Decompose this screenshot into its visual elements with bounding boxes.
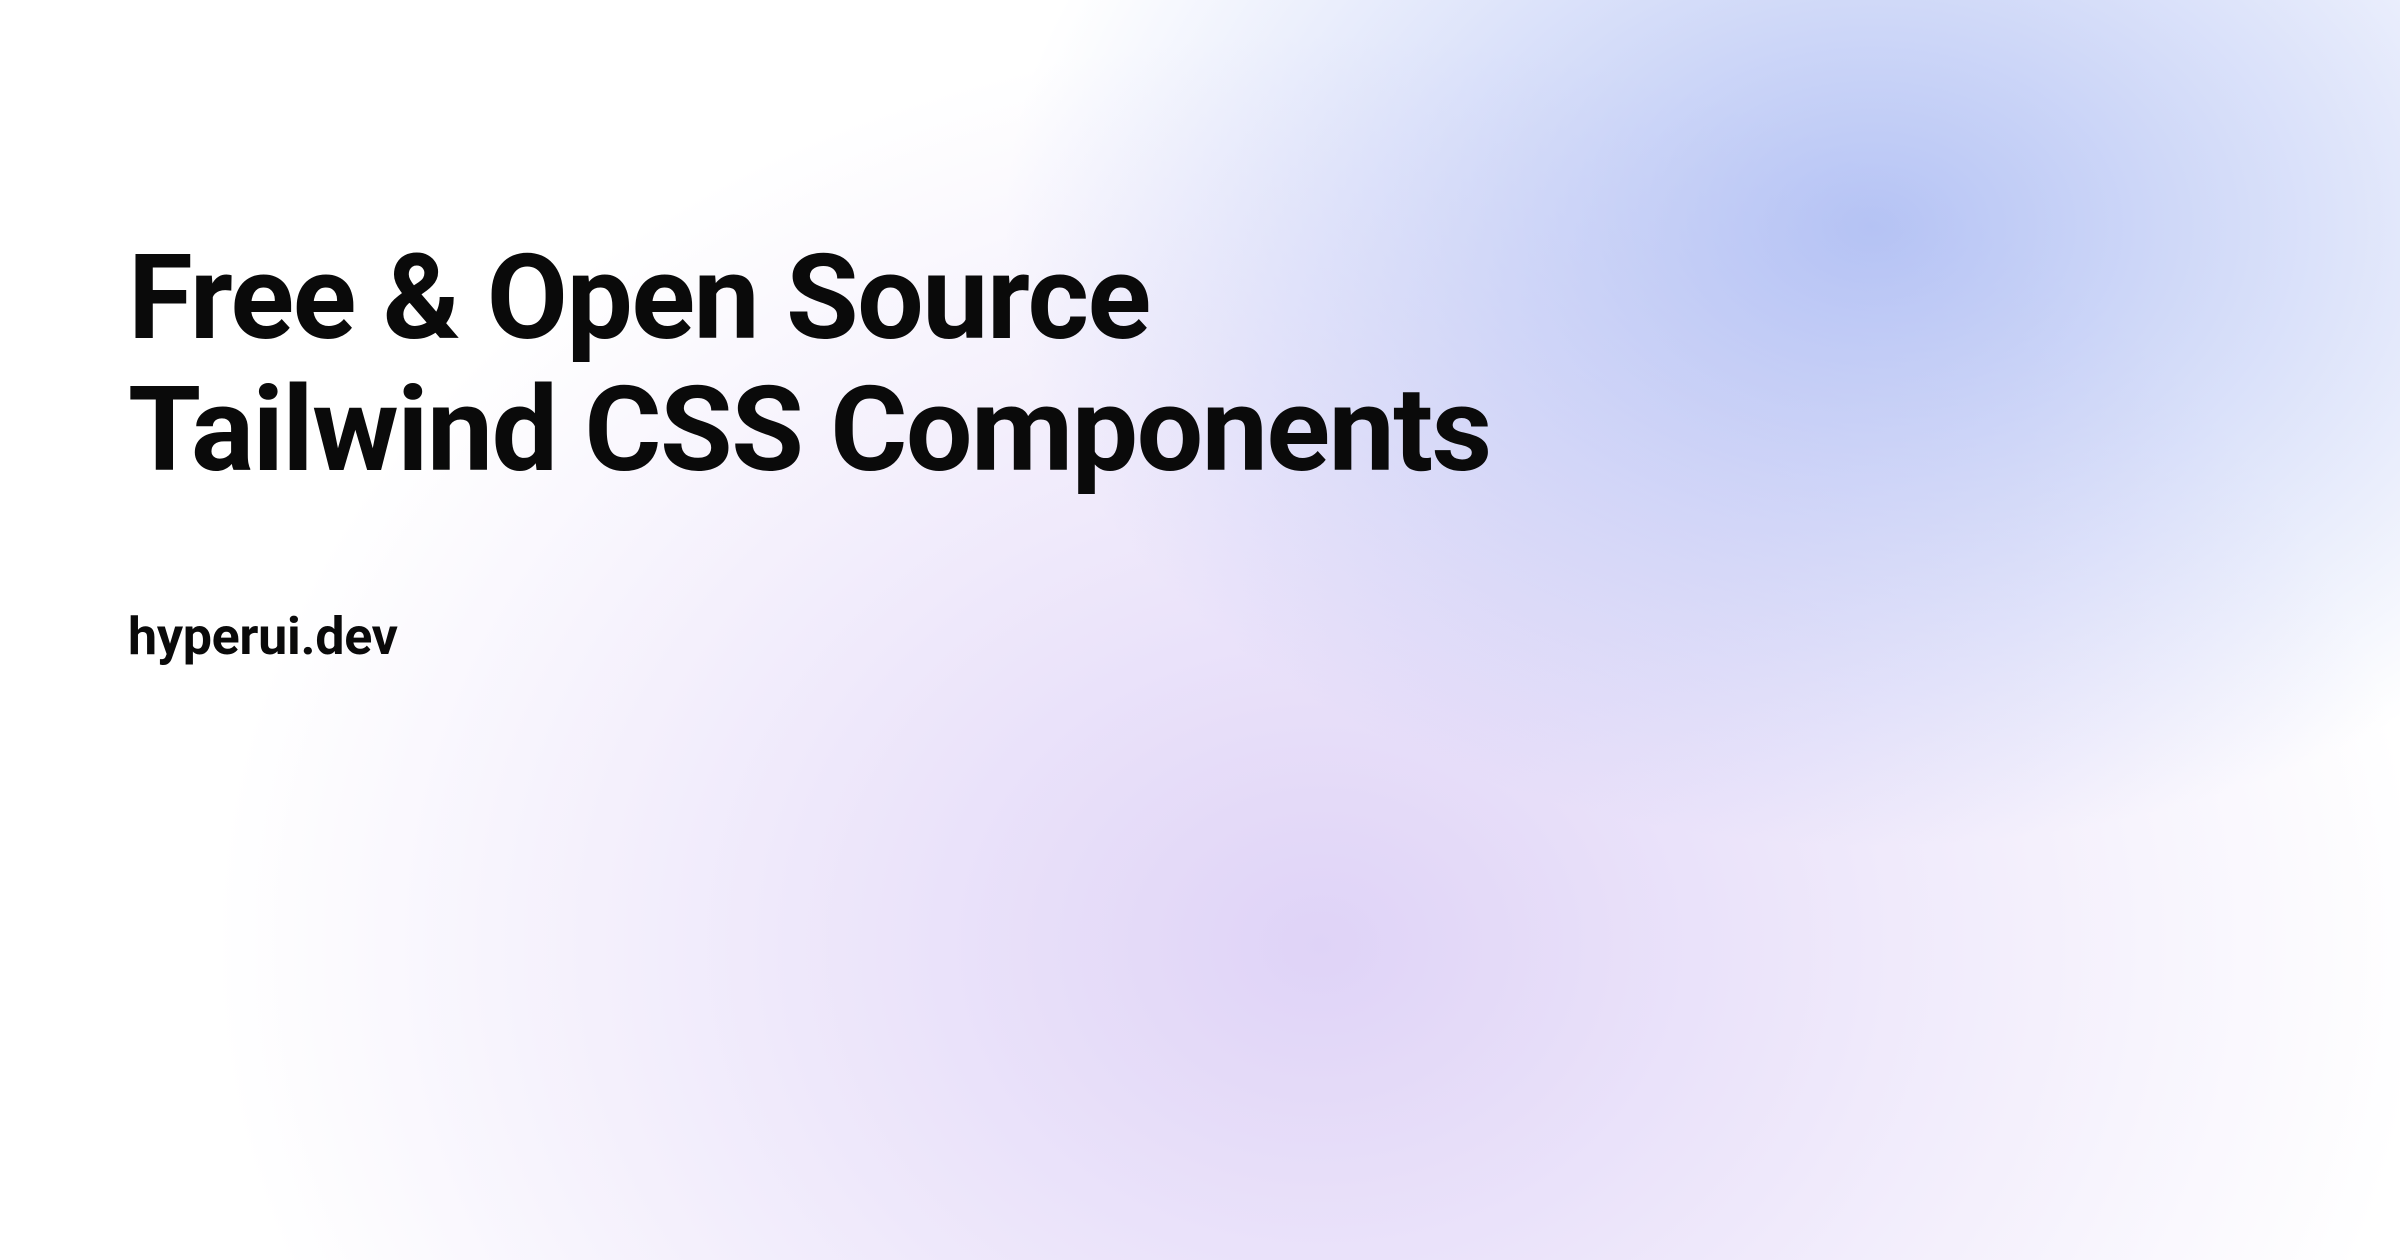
hero-section: Free & Open Source Tailwind CSS Componen… (128, 232, 1491, 667)
hero-domain: hyperui.dev (128, 606, 1491, 667)
hero-headline-line-1: Free & Open Source (128, 229, 1150, 367)
hero-headline-line-2: Tailwind CSS Components (128, 361, 1491, 499)
hero-headline: Free & Open Source Tailwind CSS Componen… (128, 232, 1491, 496)
